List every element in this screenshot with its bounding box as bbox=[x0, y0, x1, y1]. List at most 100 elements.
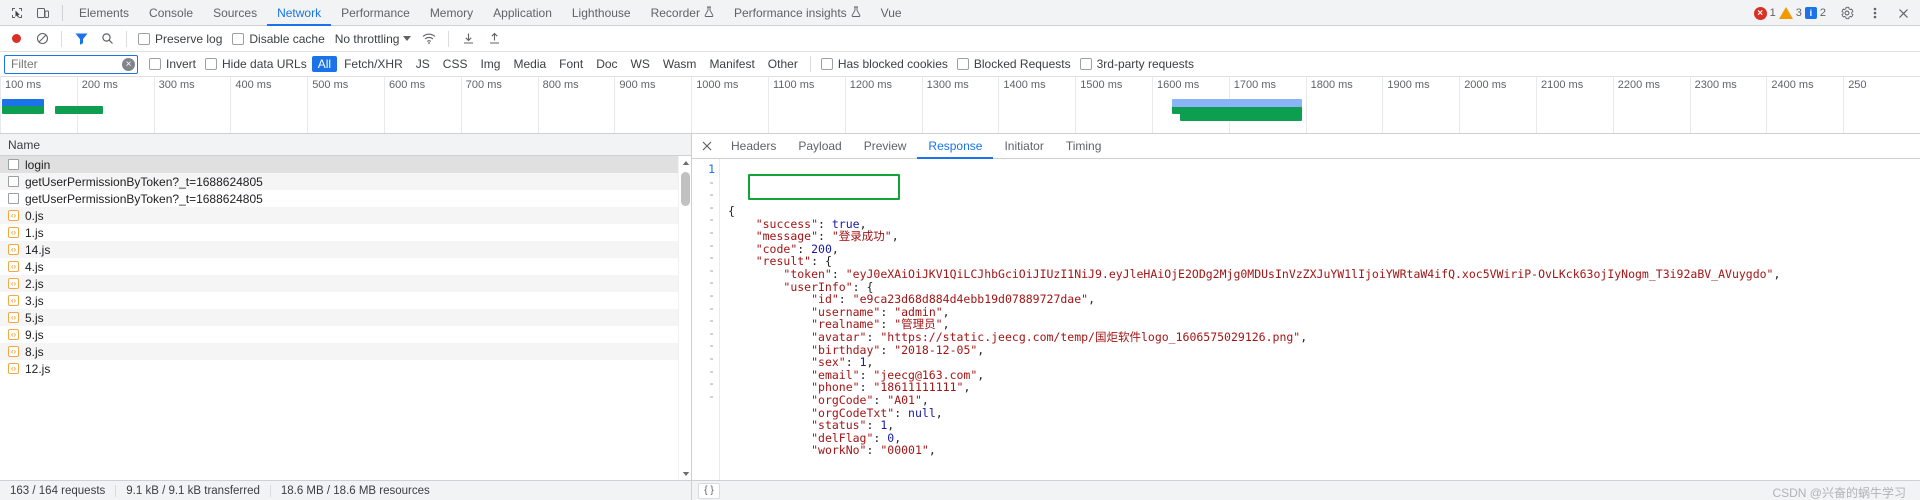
request-row[interactable]: ‹› 12.js bbox=[0, 360, 691, 377]
filter-type-font[interactable]: Font bbox=[553, 56, 589, 72]
network-conditions-icon[interactable] bbox=[417, 28, 441, 50]
overview-tick-label: 2400 ms bbox=[1771, 79, 1814, 91]
filter-type-css[interactable]: CSS bbox=[437, 56, 474, 72]
doc-icon bbox=[8, 176, 19, 187]
detail-tab-preview[interactable]: Preview bbox=[853, 134, 918, 159]
request-row[interactable]: ‹› 4.js bbox=[0, 258, 691, 275]
tab-application[interactable]: Application bbox=[483, 0, 562, 26]
line-number-gutter: 1------------------ bbox=[692, 159, 720, 480]
overview-tick: 1000 ms bbox=[691, 77, 738, 133]
request-row[interactable]: ‹› 0.js bbox=[0, 207, 691, 224]
close-icon[interactable] bbox=[1890, 1, 1916, 25]
tab-sources[interactable]: Sources bbox=[203, 0, 267, 26]
request-name: getUserPermissionByToken?_t=1688624805 bbox=[25, 191, 263, 206]
inspect-element-icon[interactable] bbox=[4, 1, 30, 25]
tab-recorder[interactable]: Recorder bbox=[641, 0, 724, 26]
filter-type-img[interactable]: Img bbox=[474, 56, 506, 72]
filter-icon[interactable] bbox=[69, 28, 93, 50]
response-code[interactable]: { "success": true, "message": "登录成功", "c… bbox=[720, 159, 1920, 480]
network-overview-timeline[interactable]: 100 ms 200 ms 300 ms 400 ms 500 ms 600 ms 700 … bbox=[0, 77, 1920, 134]
error-badge[interactable]: × 1 bbox=[1753, 6, 1776, 20]
overview-tick-label: 1200 ms bbox=[849, 79, 892, 91]
request-row[interactable]: ‹› 2.js bbox=[0, 275, 691, 292]
detail-tab-response[interactable]: Response bbox=[917, 134, 993, 159]
hide-data-urls-checkbox[interactable]: Hide data URLs bbox=[201, 57, 311, 71]
has-blocked-cookies-checkbox[interactable]: Has blocked cookies bbox=[817, 57, 952, 71]
invert-label: Invert bbox=[166, 57, 197, 71]
tab-label: Performance bbox=[341, 5, 410, 20]
filter-type-all[interactable]: All bbox=[311, 56, 338, 72]
request-row[interactable]: getUserPermissionByToken?_t=1688624805 bbox=[0, 190, 691, 207]
code-line: "success": true, bbox=[728, 217, 1920, 231]
throttling-value: No throttling bbox=[334, 31, 400, 46]
tab-label: Sources bbox=[213, 5, 258, 20]
tab-memory[interactable]: Memory bbox=[420, 0, 483, 26]
filter-type-fetch-xhr[interactable]: Fetch/XHR bbox=[338, 56, 409, 72]
import-har-icon[interactable] bbox=[456, 28, 480, 50]
filter-input-wrapper[interactable]: × bbox=[4, 54, 138, 74]
record-stop-icon[interactable] bbox=[4, 28, 28, 50]
scroll-up-icon[interactable] bbox=[679, 156, 692, 169]
request-name: 14.js bbox=[25, 242, 51, 257]
js-icon: ‹› bbox=[8, 278, 19, 289]
clear-network-icon[interactable] bbox=[30, 28, 54, 50]
hide-data-urls-label: Hide data URLs bbox=[222, 57, 307, 71]
blocked-requests-label: Blocked Requests bbox=[973, 57, 1071, 71]
filter-type-doc[interactable]: Doc bbox=[590, 56, 623, 72]
tab-console[interactable]: Console bbox=[139, 0, 203, 26]
detail-tab-initiator[interactable]: Initiator bbox=[993, 134, 1054, 159]
scroll-down-icon[interactable] bbox=[679, 467, 692, 480]
filter-type-js[interactable]: JS bbox=[410, 56, 436, 72]
more-vertical-icon[interactable] bbox=[1862, 1, 1888, 25]
request-row[interactable]: getUserPermissionByToken?_t=1688624805 bbox=[0, 173, 691, 190]
filter-input[interactable] bbox=[9, 56, 122, 72]
clear-filter-icon[interactable]: × bbox=[122, 57, 135, 71]
filter-type-ws[interactable]: WS bbox=[625, 56, 656, 72]
tab-performance[interactable]: Performance bbox=[331, 0, 420, 26]
request-row[interactable]: ‹› 8.js bbox=[0, 343, 691, 360]
filter-type-wasm[interactable]: Wasm bbox=[657, 56, 703, 72]
tab-network[interactable]: Network bbox=[267, 0, 331, 26]
request-row[interactable]: ‹› 3.js bbox=[0, 292, 691, 309]
issue-badges[interactable]: × 1 3 i 2 bbox=[1753, 6, 1826, 20]
overview-tick: 1400 ms bbox=[998, 77, 1046, 133]
warning-badge[interactable]: 3 bbox=[1778, 7, 1802, 19]
filter-type-other[interactable]: Other bbox=[762, 56, 804, 72]
detail-tab-headers[interactable]: Headers bbox=[720, 134, 787, 159]
throttling-dropdown[interactable]: No throttling bbox=[331, 32, 416, 46]
code-token: : bbox=[880, 342, 895, 357]
tab-elements[interactable]: Elements bbox=[69, 0, 139, 26]
request-list-scrollbar[interactable] bbox=[678, 156, 691, 480]
filter-type-manifest[interactable]: Manifest bbox=[703, 56, 760, 72]
request-list[interactable]: login getUserPermissionByToken?_t=1688624… bbox=[0, 156, 691, 480]
gear-icon[interactable] bbox=[1834, 1, 1860, 25]
disable-cache-checkbox[interactable]: Disable cache bbox=[228, 32, 328, 46]
request-row[interactable]: ‹› 14.js bbox=[0, 241, 691, 258]
tab-performance-insights[interactable]: Performance insights bbox=[724, 0, 871, 26]
blocked-requests-checkbox[interactable]: Blocked Requests bbox=[953, 57, 1075, 71]
request-row[interactable]: ‹› 9.js bbox=[0, 326, 691, 343]
response-body-viewer[interactable]: 1------------------ { "success": true, "… bbox=[692, 159, 1920, 480]
export-har-icon[interactable] bbox=[482, 28, 506, 50]
tab-lighthouse[interactable]: Lighthouse bbox=[562, 0, 641, 26]
scrollbar-thumb[interactable] bbox=[681, 172, 690, 206]
request-row[interactable]: ‹› 5.js bbox=[0, 309, 691, 326]
detail-tab-timing[interactable]: Timing bbox=[1055, 134, 1113, 159]
device-toolbar-icon[interactable] bbox=[30, 1, 56, 25]
request-list-header[interactable]: Name bbox=[0, 134, 691, 156]
invert-checkbox[interactable]: Invert bbox=[145, 57, 200, 71]
info-badge[interactable]: i 2 bbox=[1804, 7, 1826, 19]
pretty-print-icon[interactable]: { } bbox=[698, 482, 720, 499]
close-icon[interactable] bbox=[694, 134, 720, 158]
third-party-requests-checkbox[interactable]: 3rd-party requests bbox=[1076, 57, 1198, 71]
request-row[interactable]: ‹› 1.js bbox=[0, 224, 691, 241]
has-blocked-cookies-label: Has blocked cookies bbox=[837, 57, 948, 71]
code-line: "status": 1, bbox=[728, 419, 1920, 432]
request-row[interactable]: login bbox=[0, 156, 691, 173]
search-icon[interactable] bbox=[95, 28, 119, 50]
filter-type-media[interactable]: Media bbox=[507, 56, 552, 72]
detail-tab-payload[interactable]: Payload bbox=[787, 134, 852, 159]
checkbox-box bbox=[138, 32, 150, 45]
preserve-log-checkbox[interactable]: Preserve log bbox=[134, 32, 226, 46]
tab-vue[interactable]: Vue bbox=[871, 0, 912, 26]
